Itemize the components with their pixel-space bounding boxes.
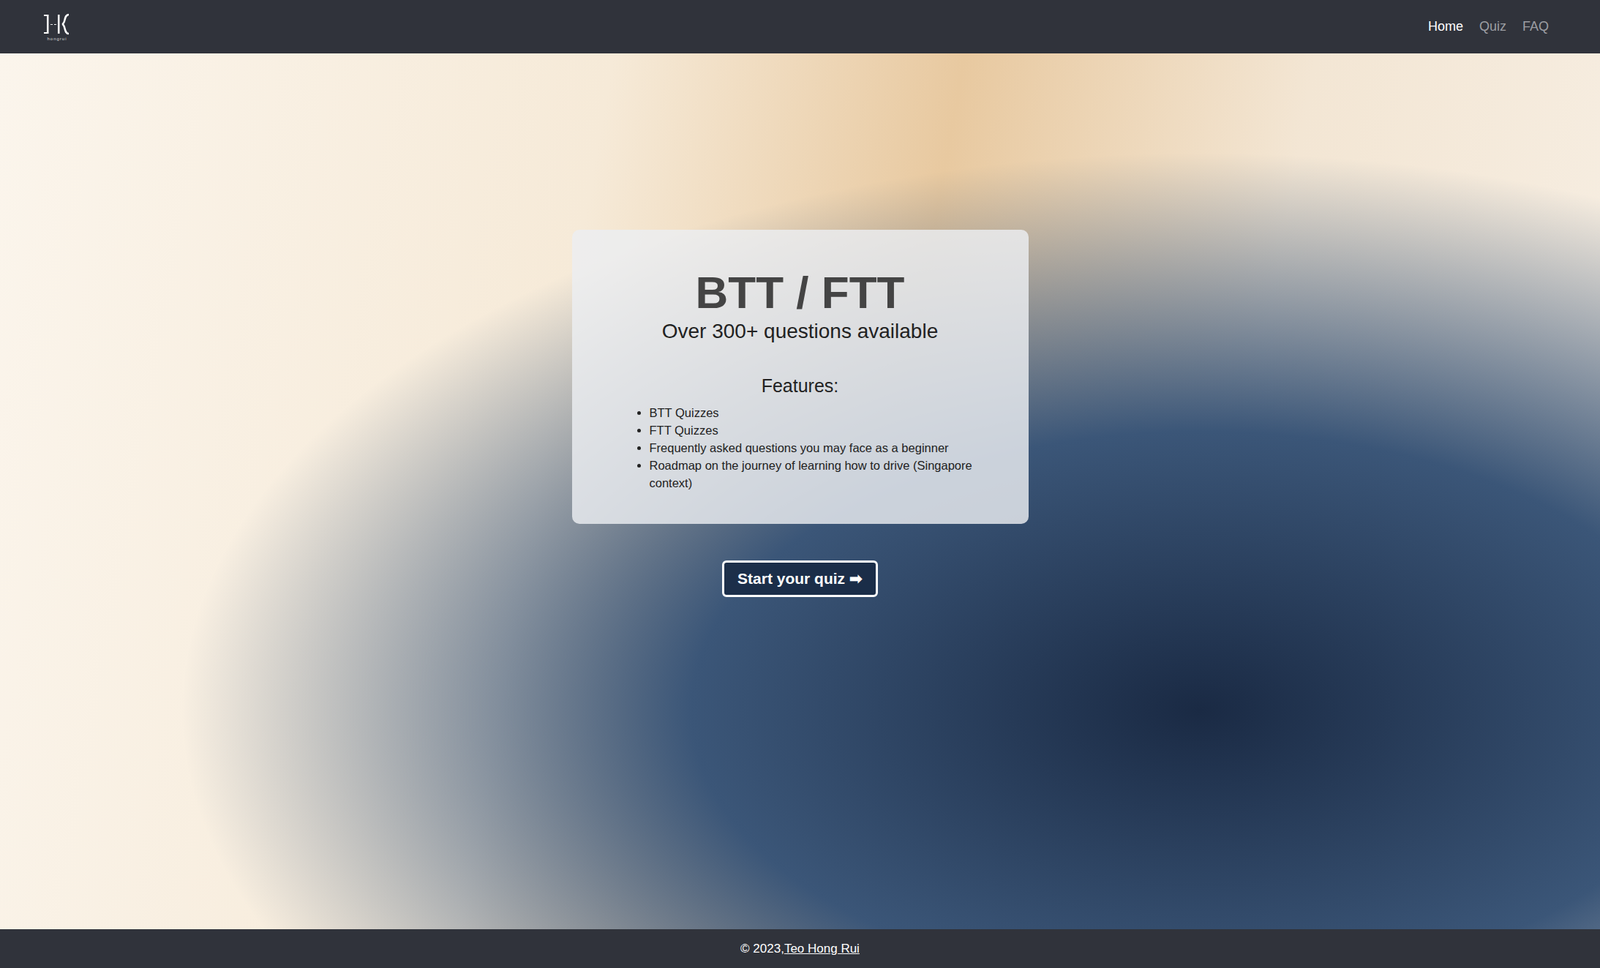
- feature-item: BTT Quizzes: [649, 403, 1000, 422]
- author-link[interactable]: Teo Hong Rui: [784, 941, 860, 957]
- feature-item: Frequently asked questions you may face …: [649, 438, 1000, 457]
- start-quiz-button[interactable]: Start your quiz ➡: [722, 560, 878, 597]
- feature-item: FTT Quizzes: [649, 421, 1000, 439]
- title: BTT / FTT: [695, 266, 905, 319]
- navbar: hongrui Home Quiz FAQ: [0, 0, 1600, 54]
- logo[interactable]: hongrui: [42, 12, 72, 41]
- feature-item: Roadmap on the journey of learning how t…: [649, 456, 1000, 492]
- logo-icon: [42, 12, 72, 36]
- nav-links: Home Quiz FAQ: [1428, 19, 1549, 35]
- hero: BTT / FTTOver 300+ questions available Fe…: [0, 53, 1600, 930]
- nav-link[interactable]: Home: [1428, 19, 1464, 35]
- nav-link[interactable]: FAQ: [1522, 19, 1549, 35]
- feature-list: BTT QuizzesFTT QuizzesFrequently asked q…: [630, 403, 1000, 492]
- footer: © 2023, Teo Hong Rui: [0, 929, 1600, 968]
- nav-link[interactable]: Quiz: [1479, 19, 1507, 35]
- page: hongrui Home Quiz FAQ BTT / FTTOver 300+ que…: [0, 0, 1600, 968]
- features-heading: Features:: [761, 375, 840, 397]
- intro-card: BTT / FTTOver 300+ questions available Fe…: [572, 229, 1029, 524]
- copyright: © 2023,: [740, 941, 785, 957]
- subtitle: Over 300+ questions available: [662, 319, 938, 344]
- logo-caption: hongrui: [46, 36, 67, 41]
